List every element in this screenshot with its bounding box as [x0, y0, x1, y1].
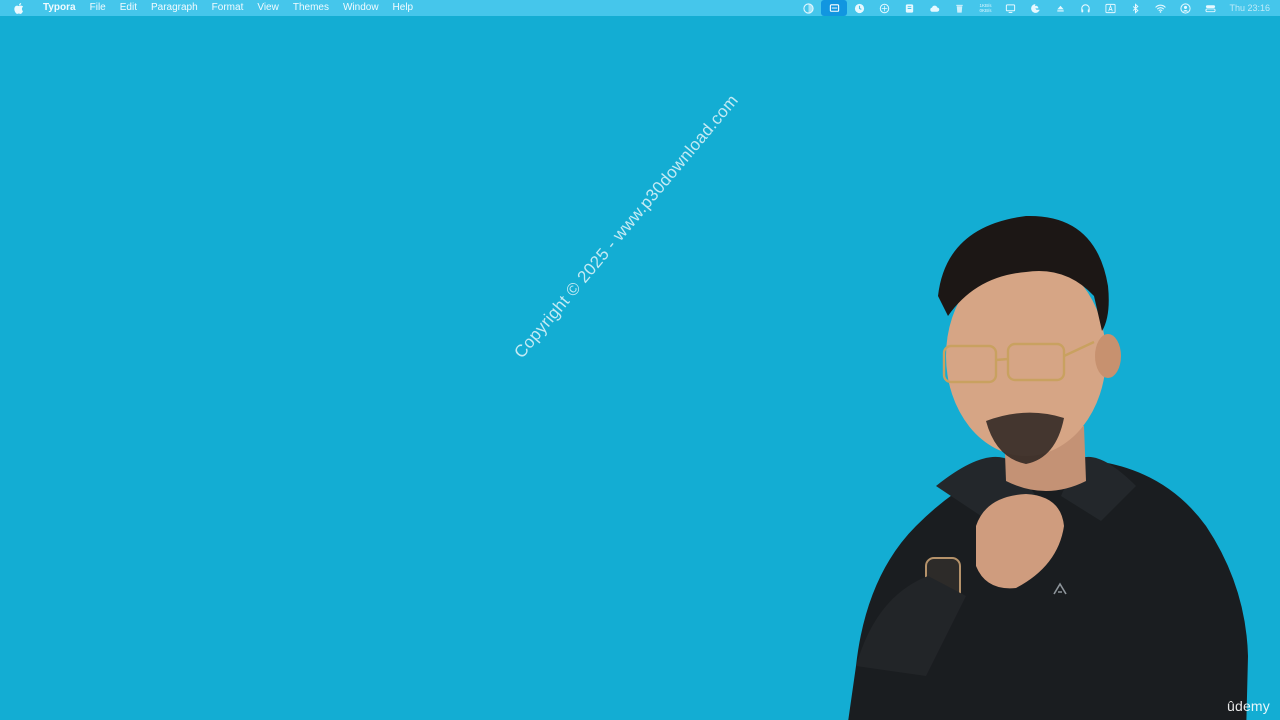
layers-icon[interactable]: [872, 0, 897, 16]
menu-app-name[interactable]: Typora: [36, 0, 83, 16]
screen-recorder-icon[interactable]: [821, 0, 848, 16]
menu-window[interactable]: Window: [336, 0, 386, 16]
trash-icon[interactable]: [947, 0, 972, 16]
eject-icon[interactable]: [1048, 0, 1073, 16]
menu-view[interactable]: View: [250, 0, 286, 16]
network-stats[interactable]: 1KB/s 0KB/s: [972, 0, 998, 16]
menu-file[interactable]: File: [83, 0, 113, 16]
desktop-area: Copyright © 2025 - www.p30download.com û…: [0, 16, 1280, 720]
control-center-icon[interactable]: [1198, 0, 1223, 16]
menu-clock[interactable]: Thu 23:16: [1229, 3, 1270, 13]
menu-edit[interactable]: Edit: [113, 0, 144, 16]
notes-icon[interactable]: [897, 0, 922, 16]
presenter-ear: [1095, 334, 1121, 378]
sync-icon[interactable]: [847, 0, 872, 16]
apple-menu-icon[interactable]: [12, 0, 26, 16]
cloud-icon[interactable]: [922, 0, 947, 16]
color-picker-icon[interactable]: [796, 0, 821, 16]
display-icon[interactable]: [998, 0, 1023, 16]
menu-bar-left: Typora File Edit Paragraph Format View T…: [0, 0, 420, 16]
menu-help[interactable]: Help: [386, 0, 421, 16]
presenter-video: [848, 215, 1248, 720]
headphones-icon[interactable]: [1073, 0, 1098, 16]
copyright-watermark: Copyright © 2025 - www.p30download.com: [510, 90, 742, 362]
menu-paragraph[interactable]: Paragraph: [144, 0, 205, 16]
download-rate: 0KB/s: [979, 8, 992, 13]
menu-bar-status-area: 1KB/s 0KB/s Thu 23:16: [796, 0, 1280, 16]
menu-format[interactable]: Format: [205, 0, 251, 16]
edge-browser-icon[interactable]: [1023, 0, 1048, 16]
bluetooth-icon[interactable]: [1123, 0, 1148, 16]
menu-themes[interactable]: Themes: [286, 0, 336, 16]
user-account-icon[interactable]: [1173, 0, 1198, 16]
input-source-icon[interactable]: [1098, 0, 1123, 16]
menu-bar: Typora File Edit Paragraph Format View T…: [0, 0, 1280, 16]
wifi-icon[interactable]: [1148, 0, 1173, 16]
udemy-logo: ûdemy: [1226, 698, 1270, 714]
